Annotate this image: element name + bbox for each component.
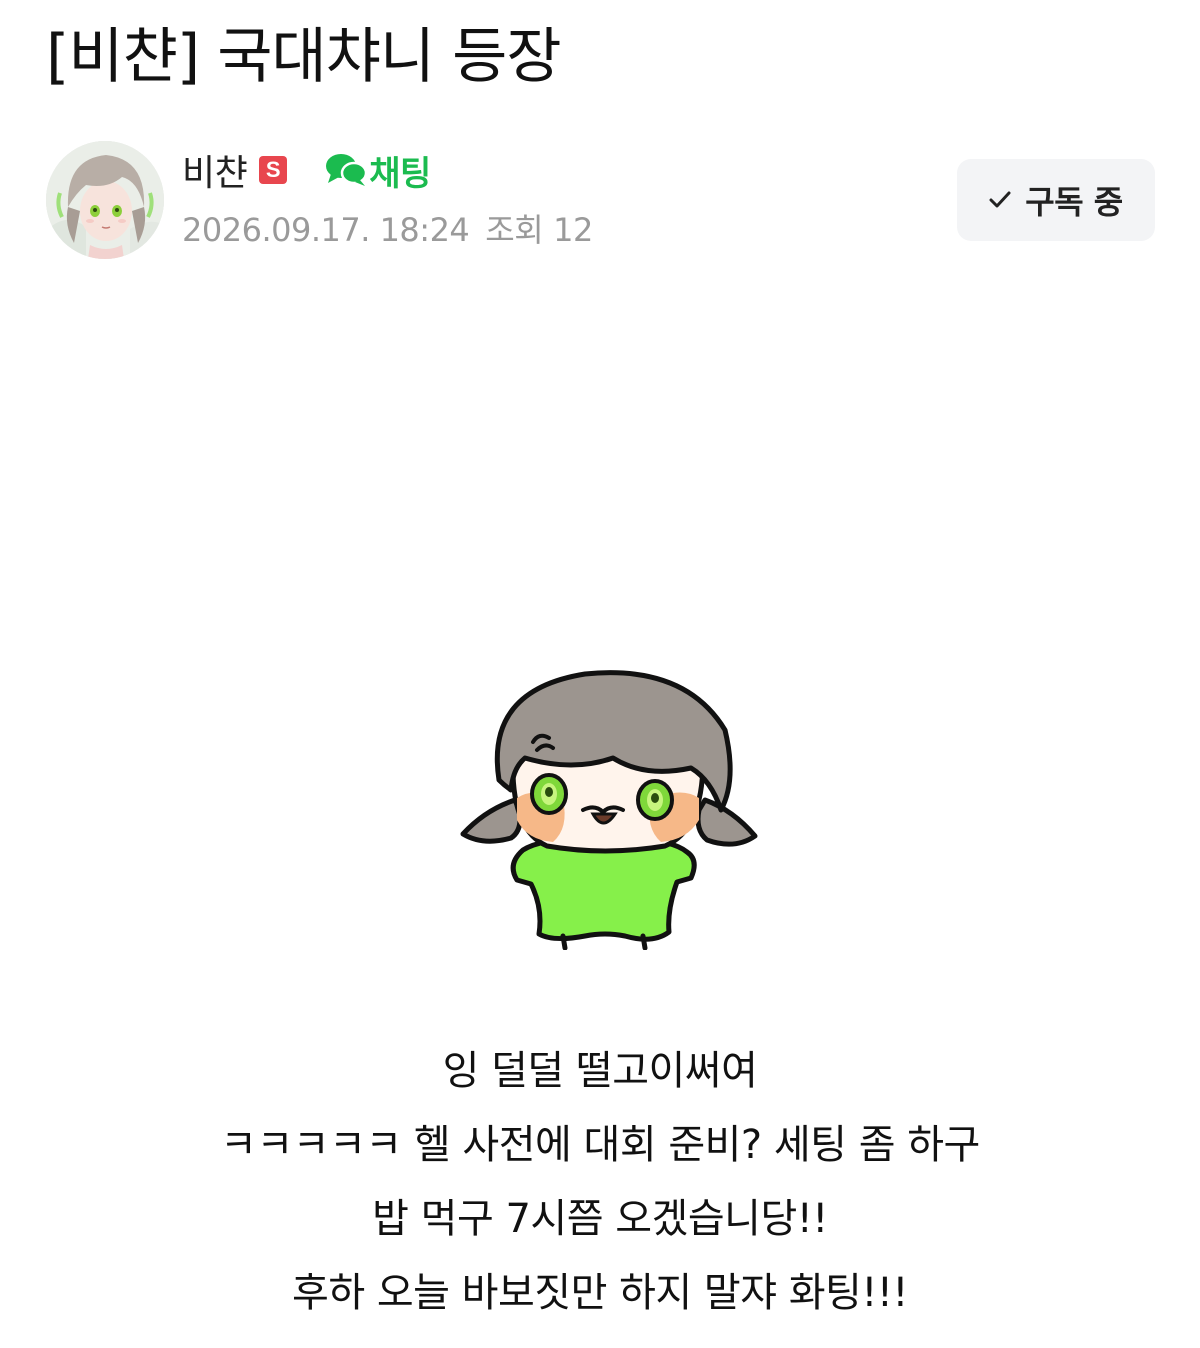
views-count: 12: [553, 211, 593, 249]
sticker-image: [455, 660, 765, 951]
post-meta: 2026.09.17. 18:24 조회 12: [182, 205, 593, 251]
post-body: 잉 덜덜 떨고이써여 ㅋㅋㅋㅋㅋ 헬 사전에 대회 준비? 세팅 좀 하구 밥 …: [0, 1034, 1200, 1330]
author-row: 비챤 S 채팅: [182, 144, 431, 196]
body-line: 후하 오늘 바보짓만 하지 말쟈 화팅!!!: [292, 1270, 908, 1316]
chat-label: 채팅: [369, 153, 431, 194]
avatar-image: [46, 141, 164, 259]
body-line: 잉 덜덜 떨고이써여: [442, 1048, 758, 1094]
author-name[interactable]: 비챤: [182, 144, 248, 196]
post-title: [비챤] 국대챠니 등장: [46, 22, 562, 92]
chibi-girl-sticker: [460, 670, 758, 951]
author-avatar[interactable]: [46, 141, 164, 259]
check-icon: [989, 191, 1011, 208]
subscribe-button[interactable]: 구독 중: [957, 159, 1155, 241]
streamer-badge-icon: S: [259, 156, 288, 184]
views-label: 조회: [485, 211, 544, 249]
chat-bubbles-icon: [326, 154, 368, 186]
body-line: 밥 먹구 7시쯤 오겠습니당!!: [372, 1196, 828, 1242]
chat-link[interactable]: 채팅: [325, 146, 431, 195]
post-date: 2026.09.17. 18:24: [182, 211, 470, 249]
subscribe-label: 구독 중: [1025, 183, 1123, 221]
body-line: ㅋㅋㅋㅋㅋ 헬 사전에 대회 준비? 세팅 좀 하구: [220, 1122, 980, 1168]
